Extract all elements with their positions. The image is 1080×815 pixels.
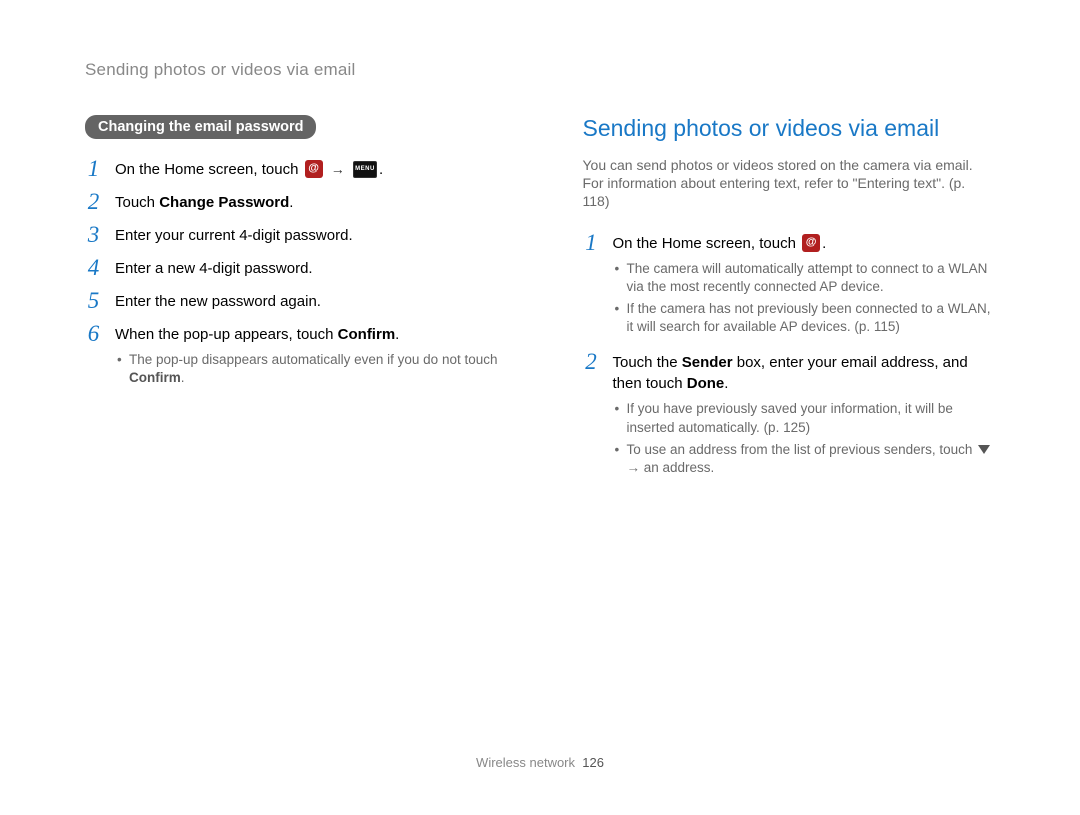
sub-bullet: If the camera has not previously been co… [613, 300, 996, 336]
step-2: 2 Touch the Sender box, enter your email… [583, 350, 996, 481]
step-text-bold: Sender [682, 354, 733, 371]
step-text: Touch the [613, 354, 682, 371]
step-body: Enter your current 4-digit password. [115, 223, 353, 246]
bullet-text: The pop-up disappears automatically even… [129, 352, 497, 367]
step-text-bold: Confirm [338, 326, 396, 343]
arrow-right-icon: → [627, 460, 641, 475]
step-text-end: . [822, 235, 826, 252]
step-text: On the Home screen, touch [613, 235, 801, 252]
step-number: 5 [85, 289, 102, 312]
step-5: 5 Enter the new password again. [85, 289, 498, 312]
step-text-end: . [289, 194, 293, 211]
step-body: On the Home screen, touch → MENU. [115, 157, 383, 180]
step-number: 1 [85, 157, 102, 180]
step-text-bold: Done [687, 375, 725, 392]
step-6: 6 When the pop-up appears, touch Confirm… [85, 322, 498, 391]
footer-section: Wireless network [476, 755, 575, 770]
section-intro: You can send photos or videos stored on … [583, 156, 996, 211]
step-body: Enter a new 4-digit password. [115, 256, 313, 279]
sub-bullet: To use an address from the list of previ… [613, 441, 996, 477]
steps-list-right: 1 On the Home screen, touch . The camera… [583, 231, 996, 482]
section-title-sending: Sending photos or videos via email [583, 115, 996, 142]
sub-bullets: The pop-up disappears automatically even… [115, 351, 498, 387]
step-text-end: . [395, 326, 399, 343]
step-body: Touch Change Password. [115, 190, 293, 213]
bullet-text-end: . [181, 370, 185, 385]
step-body: On the Home screen, touch . The camera w… [613, 231, 996, 341]
bullet-text: To use an address from the list of previ… [627, 442, 977, 457]
email-app-icon [802, 234, 820, 252]
step-body: Enter the new password again. [115, 289, 321, 312]
step-1: 1 On the Home screen, touch → MENU. [85, 157, 498, 180]
left-column: Changing the email password 1 On the Hom… [85, 115, 498, 491]
page-footer: Wireless network 126 [0, 755, 1080, 770]
step-text-bold: Change Password [159, 194, 289, 211]
manual-page: Sending photos or videos via email Chang… [0, 0, 1080, 815]
page-header-title: Sending photos or videos via email [85, 60, 995, 80]
bullet-text-bold: Confirm [129, 370, 181, 385]
step-2: 2 Touch Change Password. [85, 190, 498, 213]
step-4: 4 Enter a new 4-digit password. [85, 256, 498, 279]
step-text-end: . [379, 161, 383, 178]
step-body: Touch the Sender box, enter your email a… [613, 350, 996, 481]
step-number: 6 [85, 322, 102, 345]
email-app-icon [305, 160, 323, 178]
step-text: On the Home screen, touch [115, 161, 303, 178]
steps-list-left: 1 On the Home screen, touch → MENU. 2 To… [85, 157, 498, 391]
step-body: When the pop-up appears, touch Confirm. … [115, 322, 498, 391]
step-text-end: . [724, 375, 728, 392]
step-number: 1 [583, 231, 600, 254]
step-number: 3 [85, 223, 102, 246]
step-text: When the pop-up appears, touch [115, 326, 338, 343]
step-number: 2 [583, 350, 600, 373]
sub-bullets: The camera will automatically attempt to… [613, 260, 996, 337]
step-text: Touch [115, 194, 159, 211]
two-column-layout: Changing the email password 1 On the Hom… [85, 115, 995, 491]
right-column: Sending photos or videos via email You c… [583, 115, 996, 491]
sub-bullets: If you have previously saved your inform… [613, 400, 996, 477]
section-tag-changing-password: Changing the email password [85, 115, 316, 139]
footer-page-number: 126 [582, 755, 604, 770]
menu-icon: MENU [353, 161, 377, 178]
sub-bullet: The camera will automatically attempt to… [613, 260, 996, 296]
step-3: 3 Enter your current 4-digit password. [85, 223, 498, 246]
step-1: 1 On the Home screen, touch . The camera… [583, 231, 996, 341]
sub-bullet: If you have previously saved your inform… [613, 400, 996, 436]
step-number: 4 [85, 256, 102, 279]
arrow-right-icon: → [331, 161, 345, 177]
chevron-down-icon [978, 445, 990, 454]
sub-bullet: The pop-up disappears automatically even… [115, 351, 498, 387]
bullet-text-end: an address. [640, 460, 714, 475]
step-number: 2 [85, 190, 102, 213]
